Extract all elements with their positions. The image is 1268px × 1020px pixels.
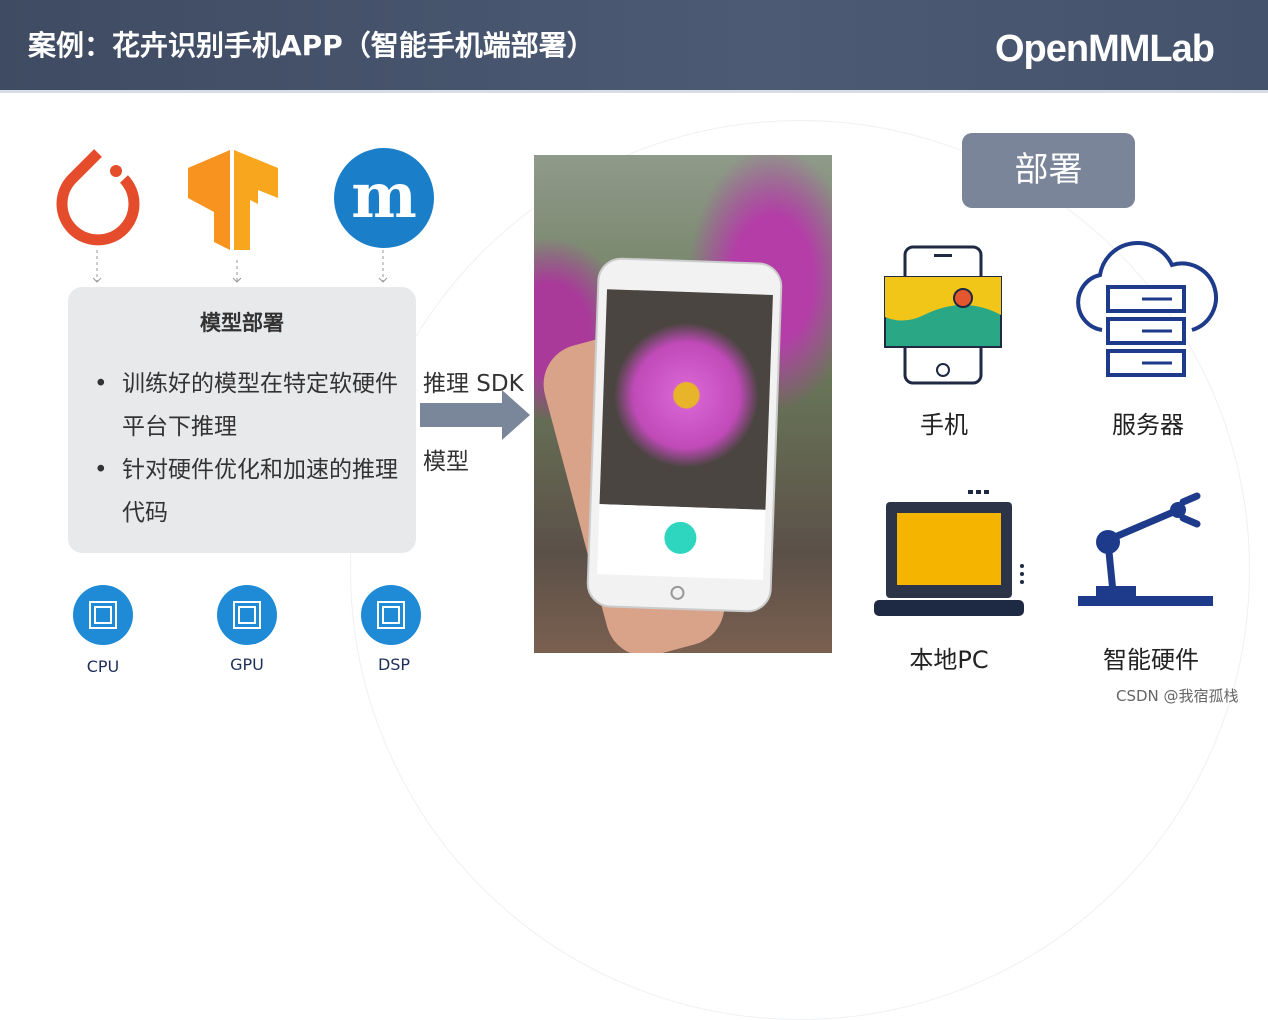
- watermark: CSDN @我宿孤栈: [1116, 687, 1239, 705]
- smartphone-icon: [884, 245, 1002, 385]
- bullet-text: 针对硬件优化和加速的推理代码: [122, 457, 398, 526]
- model-label: 模型: [423, 449, 469, 475]
- target-label-smart-hardware: 智能硬件: [1103, 646, 1199, 674]
- target-label-pc: 本地PC: [909, 646, 989, 674]
- flower-app-photo: [534, 155, 832, 653]
- bullet-text: 训练好的模型在特定软硬件平台下推理: [122, 371, 398, 440]
- page-title: 案例：花卉识别手机APP（智能手机端部署）: [28, 29, 595, 62]
- gpu-label: GPU: [230, 655, 264, 674]
- phone-screen-flower: [599, 289, 773, 510]
- robot-arm-icon: [1078, 492, 1213, 606]
- gpu-chip-icon: [217, 585, 277, 645]
- deploy-button: 部署: [962, 133, 1135, 208]
- camera-controls: [597, 504, 766, 580]
- dashed-arrows: [92, 250, 388, 283]
- shutter-button: [663, 521, 697, 555]
- cpu-label: CPU: [86, 657, 120, 676]
- cpu-chip-icon: [73, 585, 133, 645]
- laptop-icon: [874, 490, 1024, 616]
- model-deployment-box: 模型部署 • 训练好的模型在特定软硬件平台下推理 • 针对硬件优化和加速的推理代码: [68, 287, 416, 553]
- cloud-server-icon: [1076, 241, 1218, 377]
- right-arrow-icon: [420, 390, 530, 440]
- openmmlab-logo: OpenMMLab: [995, 28, 1215, 70]
- phone-frame: [585, 256, 784, 614]
- svg-text:m: m: [351, 159, 417, 232]
- bullet-item: • 训练好的模型在特定软硬件平台下推理: [94, 363, 404, 449]
- target-label-phone: 手机: [920, 411, 968, 439]
- box-title: 模型部署: [200, 311, 284, 335]
- tensorflow-icon: [188, 150, 278, 250]
- mxnet-icon: m: [334, 148, 434, 248]
- dsp-chip-icon: [361, 585, 421, 645]
- home-button: [670, 585, 685, 601]
- header: 案例：花卉识别手机APP（智能手机端部署） OpenMMLab: [0, 0, 1268, 93]
- dsp-label: DSP: [377, 655, 411, 674]
- bullet-item: • 针对硬件优化和加速的推理代码: [94, 449, 404, 535]
- pytorch-icon: [56, 149, 140, 246]
- target-label-server: 服务器: [1112, 411, 1184, 439]
